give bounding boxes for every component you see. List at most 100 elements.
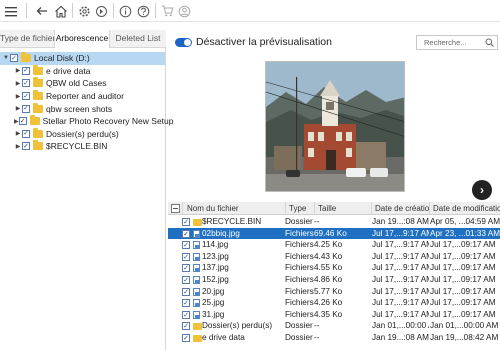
expand-icon[interactable]: ▶ <box>14 80 22 87</box>
file-created: Jul 17,...9:17 AM <box>372 240 429 250</box>
row-checkbox[interactable]: ✓ <box>182 264 190 273</box>
tree-item-recycle-bin[interactable]: ▶ ✓ $RECYCLE.BIN <box>0 140 165 153</box>
row-checkbox[interactable]: ✓ <box>182 252 190 261</box>
table-row[interactable]: ✓ 20.jpg Fichiers 5.77 Ko Jul 17,...9:17 AM J… <box>168 286 500 298</box>
file-name: 114.jpg <box>202 240 229 250</box>
cart-icon[interactable] <box>160 3 174 19</box>
tree-item-local-disk[interactable]: ▼ ✓ Local Disk (D:) <box>0 52 165 65</box>
search-input[interactable]: Recherche... <box>416 35 498 50</box>
table-row[interactable]: ✓ 137.jpg Fichiers 4.55 Ko Jul 17,...9:17 AM… <box>168 262 500 274</box>
file-created: Jul 17,...9:17 AM <box>372 263 429 273</box>
table-row[interactable]: ✓ $RECYCLE.BIN Dossier -- Jan 19...:08 AM Apr… <box>168 216 500 228</box>
tree-item-e-drive-data[interactable]: ▶ ✓ e drive data <box>0 64 165 78</box>
tree-item-reporter-and-auditor[interactable]: ▶ ✓ Reporter and auditor <box>0 90 165 103</box>
file-type: Dossier <box>285 321 313 331</box>
file-modified: Apr 05, ...04:59 AM <box>430 217 500 226</box>
file-size: -- <box>314 217 320 226</box>
file-name: 137.jpg <box>202 263 229 273</box>
column-modified[interactable]: Date de modification <box>429 202 500 215</box>
toolbar-divider <box>155 3 156 18</box>
expand-icon[interactable]: ▶ <box>14 105 22 112</box>
expand-icon[interactable]: ▶ <box>14 143 22 150</box>
image-file-icon <box>193 252 200 261</box>
folder-icon <box>193 335 202 342</box>
file-created: Jul 17,...9:17 AM <box>372 286 429 296</box>
tab-deleted-list[interactable]: Deleted List <box>110 30 166 48</box>
row-checkbox[interactable]: ✓ <box>182 310 190 319</box>
file-created: Jul 17,...9:17 AM <box>372 251 429 261</box>
file-size: -- <box>314 333 320 342</box>
column-size[interactable]: Taille <box>314 202 371 215</box>
row-checkbox[interactable]: ✓ <box>182 229 190 238</box>
file-created: Jan 19...:08 AM <box>372 217 429 226</box>
settings-icon[interactable] <box>77 3 91 19</box>
account-icon[interactable] <box>177 3 191 19</box>
expand-icon[interactable]: ▶ <box>14 130 22 137</box>
menu-icon[interactable] <box>4 3 18 19</box>
file-modified: Jul 17,...09:17 AM <box>430 240 496 250</box>
image-file-icon <box>193 299 200 308</box>
home-icon[interactable] <box>53 3 69 19</box>
folder-icon <box>21 52 31 63</box>
tree-checkbox[interactable]: ✓ <box>22 79 30 88</box>
next-preview-button[interactable]: › <box>472 180 492 200</box>
folder-tree: ▼ ✓ Local Disk (D:) ▶ ✓ e drive data ▶ ✓… <box>0 52 174 153</box>
expand-icon[interactable]: ▶ <box>14 93 22 100</box>
column-name[interactable]: Nom du fichier <box>182 202 285 215</box>
tree-item-stellar-setup[interactable]: ▶ ✓ Stellar Photo Recovery New Setup <box>0 115 174 128</box>
file-name: Dossier(s) perdu(s) <box>202 321 273 331</box>
search-placeholder: Recherche... <box>424 38 467 47</box>
table-row[interactable]: ✓ 25.jpg Fichiers 4.26 Ko Jul 17,...9:17 AM J… <box>168 297 500 309</box>
file-modified: Jul 17,...09:17 AM <box>430 251 496 261</box>
folder-icon <box>193 323 202 331</box>
file-modified: Jul 17,...09:17 AM <box>430 298 496 308</box>
file-type: Dossier <box>285 217 313 226</box>
table-row[interactable]: ✓ e drive data Dossier -- Jan 19...:08 AM Jan… <box>168 332 500 344</box>
file-modified: Jul 17,...09:17 AM <box>430 263 496 273</box>
row-checkbox[interactable]: ✓ <box>182 241 190 250</box>
tree-checkbox[interactable]: ✓ <box>22 129 30 138</box>
tab-file-type[interactable]: Type de fichier <box>0 30 54 48</box>
collapse-icon[interactable]: ▼ <box>2 55 10 61</box>
file-type: Fichiers <box>285 298 314 308</box>
column-type[interactable]: Type <box>285 202 314 215</box>
file-created: Jul 17,...9:17 AM <box>372 228 429 238</box>
tree-checkbox[interactable]: ✓ <box>22 66 30 75</box>
file-size: 4.55 Ko <box>314 263 343 273</box>
table-row[interactable]: ✓ 114.jpg Fichiers 4.25 Ko Jul 17,...9:17 AM… <box>168 239 500 251</box>
table-row[interactable]: ✓ 123.jpg Fichiers 4.43 Ko Jul 17,...9:17 AM… <box>168 251 500 263</box>
row-checkbox[interactable]: ✓ <box>182 276 190 284</box>
table-row[interactable]: ✓ 152.jpg Fichiers 4.86 Ko Jul 17,...9:17 AM… <box>168 274 500 286</box>
row-checkbox[interactable]: ✓ <box>182 218 190 226</box>
tree-checkbox[interactable]: ✓ <box>22 92 30 101</box>
tree-item-lost-folders[interactable]: ▶ ✓ Dossier(s) perdu(s) <box>0 127 165 141</box>
tree-checkbox[interactable]: ✓ <box>22 142 30 151</box>
recover-icon[interactable] <box>94 3 108 19</box>
table-row[interactable]: ✓ Dossier(s) perdu(s) Dossier -- Jan 01,...0… <box>168 320 500 332</box>
select-all-checkbox[interactable] <box>168 202 182 215</box>
folder-icon <box>33 140 43 151</box>
row-checkbox[interactable]: ✓ <box>182 334 190 342</box>
file-table: Nom du fichier Type Taille Date de créat… <box>168 202 500 350</box>
tree-checkbox[interactable]: ✓ <box>22 104 30 113</box>
tree-checkbox[interactable]: ✓ <box>18 117 27 126</box>
table-row[interactable]: ✓ 02bbiq.jpg Fichiers 69.46 Ko Jul 17,...9:1… <box>168 227 500 240</box>
expand-icon[interactable]: ▶ <box>14 67 22 74</box>
tree-item-qbw-old-cases[interactable]: ▶ ✓ QBW old Cases <box>0 77 165 90</box>
help-icon[interactable] <box>136 3 150 19</box>
file-modified: Jul 17,...09:17 AM <box>430 286 496 296</box>
tree-item-qbw-screen-shots[interactable]: ▶ ✓ qbw screen shots <box>0 102 165 115</box>
tree-item-label: QBW old Cases <box>46 78 107 89</box>
table-row[interactable]: ✓ 31.jpg Fichiers 4.35 Ko Jul 17,...9:17 AM J… <box>168 309 500 321</box>
tree-item-label: Dossier(s) perdu(s) <box>46 128 119 139</box>
preview-toggle[interactable] <box>175 38 192 47</box>
row-checkbox[interactable]: ✓ <box>182 299 190 308</box>
back-icon[interactable] <box>35 3 49 19</box>
tab-tree-view[interactable]: Arborescence <box>54 30 110 48</box>
row-checkbox[interactable]: ✓ <box>182 287 190 296</box>
tree-checkbox[interactable]: ✓ <box>10 54 18 63</box>
info-icon[interactable] <box>118 3 132 19</box>
row-checkbox[interactable]: ✓ <box>182 322 190 331</box>
search-icon[interactable] <box>485 38 494 51</box>
column-created[interactable]: Date de création <box>371 202 429 215</box>
